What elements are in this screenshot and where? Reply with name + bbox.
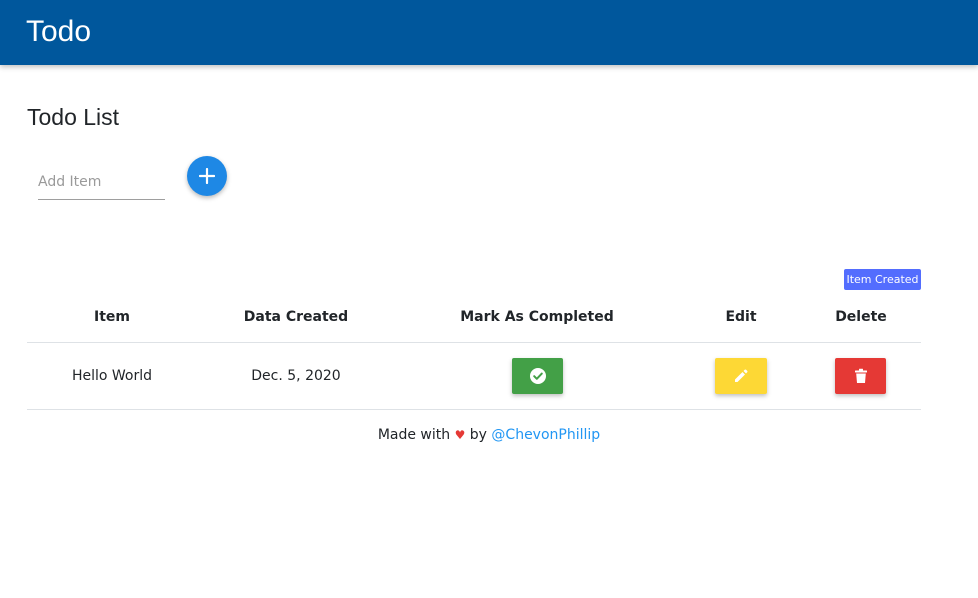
brand-title[interactable]: Todo [26,15,91,49]
navbar: Todo [0,0,978,65]
footer: Made with ♥ by @ChevonPhillip [0,427,978,443]
add-item-input[interactable] [38,164,165,200]
header-date-created: Data Created [243,309,349,325]
cell-date-created: Dec. 5, 2020 [251,368,341,384]
page-title: Todo List [27,104,120,130]
header-mark-completed: Mark As Completed [460,309,614,325]
heart-icon: ♥ [454,428,466,442]
todo-table: Item Data Created Mark As Completed Edit… [27,295,921,410]
author-link[interactable]: @ChevonPhillip [491,427,600,443]
check-circle-icon [529,368,546,384]
header-edit: Edit [725,309,757,325]
footer-prefix: Made with [377,427,451,443]
header-item: Item [94,309,130,325]
pencil-icon [735,369,748,382]
cell-item: Hello World [71,368,153,384]
mark-completed-button[interactable] [512,358,563,394]
plus-icon [199,168,215,184]
item-created-toast: Item Created [844,269,921,290]
table-row: Hello World Dec. 5, 2020 [27,343,921,410]
delete-button[interactable] [835,358,886,394]
trash-icon [854,368,867,383]
add-item-button[interactable] [187,156,227,196]
header-delete: Delete [835,309,887,325]
edit-button[interactable] [715,358,767,394]
table-header-row: Item Data Created Mark As Completed Edit… [27,295,921,343]
footer-by: by [469,427,487,443]
